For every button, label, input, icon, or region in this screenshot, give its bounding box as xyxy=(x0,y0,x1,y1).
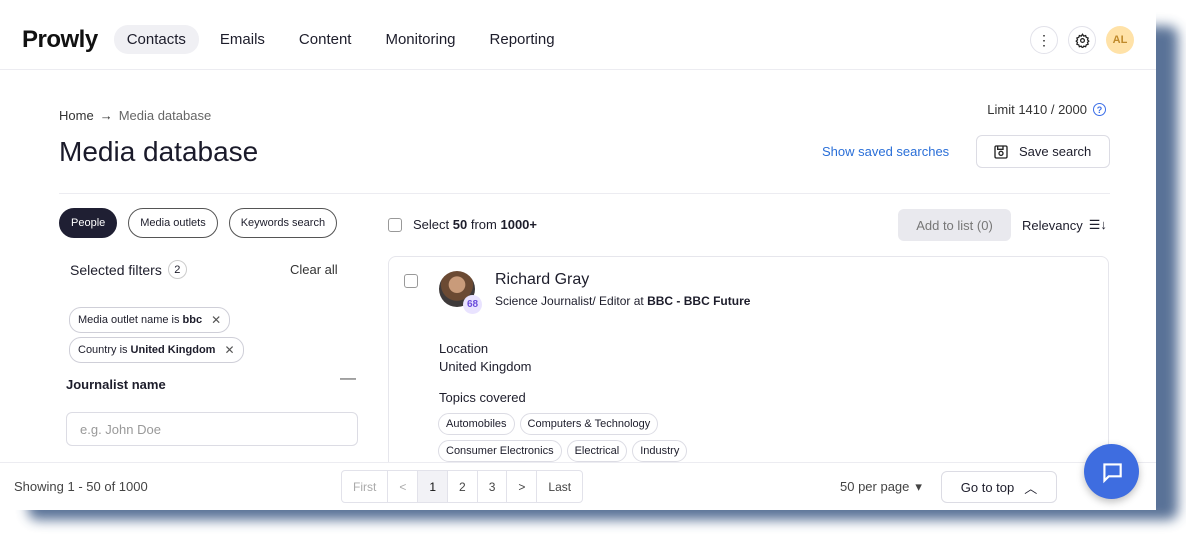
page-1[interactable]: 1 xyxy=(418,471,449,502)
go-to-top-button[interactable]: Go to top ︿ xyxy=(941,471,1057,503)
help-question-icon[interactable]: ? xyxy=(1093,103,1106,116)
select-all-row: Select 50 from 1000+ xyxy=(388,217,537,232)
tab-keywords-search[interactable]: Keywords search xyxy=(228,208,338,238)
nav-contacts[interactable]: Contacts xyxy=(113,25,199,54)
page-title: Media database xyxy=(59,136,259,167)
topics-label: Topics covered xyxy=(439,390,526,405)
save-floppy-icon xyxy=(994,144,1008,159)
chip-prefix: Media outlet name is xyxy=(78,314,180,326)
sort-relevancy-button[interactable]: Relevancy ☰↓ xyxy=(1022,217,1107,233)
user-avatar[interactable]: AL xyxy=(1106,26,1134,54)
topic-tag: Automobiles xyxy=(438,413,515,435)
page-last[interactable]: Last xyxy=(537,471,582,502)
journalist-name-input[interactable] xyxy=(66,412,358,446)
breadcrumb-current: Media database xyxy=(118,108,212,123)
app-window: Prowly Contacts Emails Content Monitorin… xyxy=(0,10,1156,510)
page-prev[interactable]: < xyxy=(388,471,419,502)
page-next[interactable]: > xyxy=(507,471,538,502)
sort-label: Relevancy xyxy=(1022,217,1083,233)
top-right-actions: ⋮ AL xyxy=(1030,26,1134,54)
chip-prefix: Country is xyxy=(78,344,128,356)
nav-reporting[interactable]: Reporting xyxy=(477,25,568,54)
filter-chip: Media outlet name is bbc ✕ xyxy=(69,307,231,333)
role-text: Science Journalist/ Editor at xyxy=(495,294,644,308)
chat-widget-button[interactable] xyxy=(1084,444,1139,499)
filter-chip: Country is United Kingdom ✕ xyxy=(69,337,244,363)
sort-icon: ☰↓ xyxy=(1088,217,1107,232)
nav-emails[interactable]: Emails xyxy=(207,25,278,54)
main-nav: Contacts Emails Content Monitoring Repor… xyxy=(113,25,568,54)
page-2[interactable]: 2 xyxy=(448,471,478,502)
top-navbar: Prowly Contacts Emails Content Monitorin… xyxy=(0,10,1156,70)
showing-count: Showing 1 - 50 of 1000 xyxy=(14,479,148,494)
settings-gear-icon[interactable] xyxy=(1068,26,1096,54)
add-to-list-button[interactable]: Add to list (0) xyxy=(898,209,1011,241)
topics-list: Consumer Electronics Electrical Industry xyxy=(438,440,688,462)
selected-filters-title: Selected filters xyxy=(70,261,162,278)
clear-all-button[interactable]: Clear all xyxy=(290,262,338,277)
nav-content[interactable]: Content xyxy=(286,25,365,54)
contact-role: Science Journalist/ Editor at BBC - BBC … xyxy=(495,293,755,309)
select-all-checkbox[interactable] xyxy=(388,217,402,232)
breadcrumb: Home → Media database xyxy=(59,108,211,123)
pagination: First < 1 2 3 > Last xyxy=(341,470,584,503)
select-total: 1000+ xyxy=(500,217,537,232)
location-value: United Kingdom xyxy=(439,359,532,374)
arrow-right-icon: → xyxy=(99,108,113,123)
selected-filters-header: Selected filters 2 xyxy=(70,260,187,279)
location-label: Location xyxy=(439,341,489,356)
journalist-name-label: Journalist name xyxy=(66,377,166,392)
filter-tabs: People Media outlets Keywords search xyxy=(59,208,338,238)
chip-value: United Kingdom xyxy=(130,344,216,356)
outlet-name: BBC - BBC Future xyxy=(647,294,751,308)
topics-list: Automobiles Computers & Technology xyxy=(438,413,659,435)
topic-tag: Consumer Electronics xyxy=(438,440,562,462)
chip-value: bbc xyxy=(182,314,203,326)
go-to-top-label: Go to top xyxy=(960,479,1015,495)
topic-tag: Electrical xyxy=(566,440,628,462)
filters-count-badge: 2 xyxy=(167,260,187,279)
relevance-score-badge: 68 xyxy=(463,295,482,314)
collapse-minus-icon[interactable]: — xyxy=(340,370,356,388)
contact-card: 68 Richard Gray Science Journalist/ Edit… xyxy=(388,256,1109,476)
prowly-logo[interactable]: Prowly xyxy=(22,26,98,54)
per-page-value: 50 per page xyxy=(840,479,910,494)
breadcrumb-home[interactable]: Home xyxy=(59,108,94,123)
select-mid: from xyxy=(470,217,497,232)
contact-name[interactable]: Richard Gray xyxy=(495,271,589,289)
limit-indicator: Limit 1410 / 2000 ? xyxy=(987,102,1106,117)
nav-monitoring[interactable]: Monitoring xyxy=(372,25,468,54)
page-first[interactable]: First xyxy=(342,471,389,502)
contact-checkbox[interactable] xyxy=(404,274,418,288)
topic-tag: Computers & Technology xyxy=(519,413,659,435)
header-divider xyxy=(59,193,1110,194)
per-page-select[interactable]: 50 per page ▾ xyxy=(840,479,922,495)
more-options-icon[interactable]: ⋮ xyxy=(1030,26,1058,54)
pagination-footer: Showing 1 - 50 of 1000 First < 1 2 3 > L… xyxy=(0,462,1156,510)
save-search-label: Save search xyxy=(1019,144,1092,159)
topic-tag: Industry xyxy=(632,440,688,462)
close-icon[interactable]: ✕ xyxy=(211,313,221,327)
select-prefix: Select xyxy=(413,217,450,232)
tab-media-outlets[interactable]: Media outlets xyxy=(128,208,218,238)
select-count: 50 xyxy=(452,217,468,232)
close-icon[interactable]: ✕ xyxy=(224,343,234,357)
select-text: Select 50 from 1000+ xyxy=(413,217,537,232)
caret-down-icon: ▾ xyxy=(915,479,922,494)
chevron-up-icon: ︿ xyxy=(1024,480,1038,496)
limit-text: Limit 1410 / 2000 xyxy=(987,102,1087,117)
tab-people[interactable]: People xyxy=(59,208,118,238)
save-search-button[interactable]: Save search xyxy=(976,135,1110,168)
page-3[interactable]: 3 xyxy=(478,471,508,502)
chat-icon xyxy=(1102,462,1122,483)
show-saved-searches-link[interactable]: Show saved searches xyxy=(822,144,949,159)
